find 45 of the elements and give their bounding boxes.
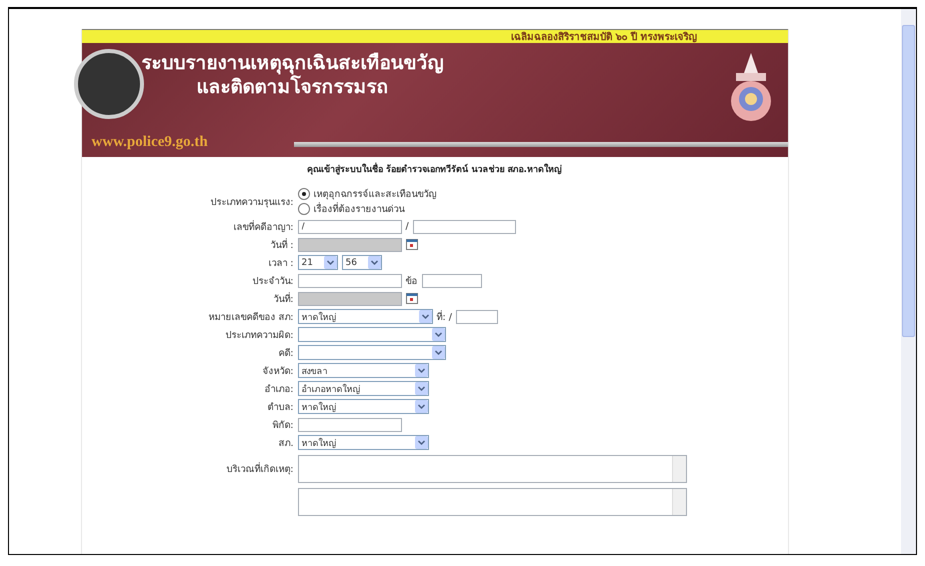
field-label: ประจำวัน: — [252, 276, 294, 287]
banner-title: และติดตามโจรกรรมรถ — [196, 75, 388, 99]
input-field[interactable] — [298, 418, 402, 432]
field-label: เลขที่คดีอาญา: — [233, 222, 294, 233]
field-label: หมายเลขคดีของ สภ: — [208, 312, 294, 323]
text-area[interactable] — [298, 455, 686, 483]
dropdown-select[interactable]: สงขลา — [298, 363, 428, 378]
radio-option[interactable]: เหตุอุกฉกรรจ์และสะเทือนขวัญ — [298, 186, 436, 201]
scrollbar[interactable] — [901, 9, 916, 554]
banner-strip: เฉลิมฉลองสิริราชสมบัติ ๖๐ ปี ทรงพระเจริญ — [82, 29, 788, 43]
field-label: วันที่: — [273, 294, 294, 305]
input-field[interactable] — [422, 274, 482, 288]
calendar-icon[interactable] — [406, 239, 418, 250]
field-label: ประเภทความรุนแรง: — [210, 196, 294, 208]
field-label: บริเวณที่เกิดเหตุ: — [226, 464, 294, 474]
dropdown-select[interactable]: หาดใหญ่ — [298, 309, 432, 324]
radio-option[interactable]: เรื่องที่ต้องรายงานด่วน — [298, 201, 436, 216]
input-field[interactable] — [456, 310, 498, 324]
text-area[interactable] — [298, 488, 686, 516]
input-field[interactable] — [412, 220, 516, 234]
field-label: คดี: — [278, 348, 294, 359]
login-status-text: คุณเข้าสู่ระบบในชื่อ ร้อยตำรวจเอกทวีรัตน์ นวลช่วย สภอ.หาดใหญ่ — [82, 157, 788, 186]
field-label: เวลา : — [268, 258, 294, 269]
field-label: ตำบล: — [267, 402, 294, 413]
field-label: สภ. — [278, 438, 294, 449]
field-label: วันที่ : — [270, 240, 294, 251]
calendar-icon[interactable] — [406, 293, 418, 304]
field-label: ที่: / — [436, 309, 452, 324]
field-label: พิกัด: — [272, 420, 294, 431]
dropdown-select[interactable] — [298, 345, 446, 360]
field-label: อำเภอ: — [264, 384, 294, 395]
field-label: จังหวัด: — [262, 366, 294, 377]
dropdown-select[interactable] — [298, 327, 446, 342]
dropdown-select[interactable]: อำเภอหาดใหญ่ — [298, 381, 428, 396]
site-url: www.police9.go.th — [92, 134, 209, 151]
dropdown-select[interactable]: 56 — [342, 255, 382, 270]
dropdown-select[interactable]: หาดใหญ่ — [298, 399, 428, 414]
input-field[interactable] — [298, 274, 402, 288]
field-label: ข้อ — [406, 275, 418, 288]
input-field[interactable]: / — [298, 220, 402, 234]
banner-title: ระบบรายงานเหตุฉุกเฉินสะเทือนขวัญ — [142, 51, 444, 75]
dropdown-select[interactable]: 21 — [298, 255, 338, 270]
separator-text: / — [406, 221, 409, 232]
dropdown-select[interactable]: หาดใหญ่ — [298, 435, 428, 450]
field-label: ประเภทความผิด: — [225, 330, 294, 341]
